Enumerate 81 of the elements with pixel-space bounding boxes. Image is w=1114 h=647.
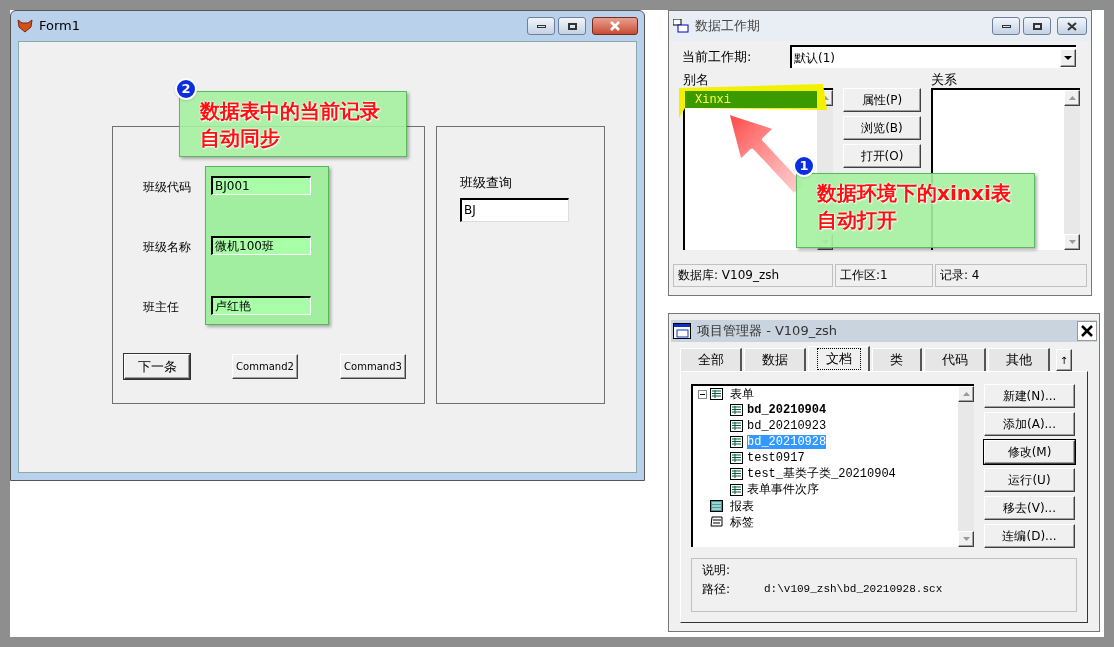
close-button[interactable]: [1057, 17, 1087, 35]
text-field[interactable]: 微机100班: [211, 236, 311, 255]
form-icon: [730, 484, 743, 496]
tree-item[interactable]: 表单事件次序: [747, 483, 819, 497]
tree-item[interactable]: bd_20210904: [747, 403, 827, 417]
minus-icon: [700, 391, 705, 397]
tree-item[interactable]: bd_20210923: [747, 419, 827, 433]
form-icon: [730, 452, 743, 464]
status-panel: 数据库: V109_zsh: [673, 264, 833, 287]
minimize-button[interactable]: [527, 17, 555, 35]
tree-item[interactable]: 报表: [730, 497, 754, 515]
path-text: d:\v109_zsh\bd_20210928.scx: [764, 582, 943, 597]
form-icon: [730, 436, 743, 448]
window-title: Form1: [39, 17, 81, 36]
tree-item[interactable]: 标签: [730, 513, 754, 531]
close-icon: [610, 21, 620, 31]
action-button[interactable]: 浏览(B): [843, 116, 921, 140]
command-button[interactable]: Command2: [232, 354, 298, 379]
close-icon: [1081, 325, 1093, 337]
tree-item[interactable]: test0917: [747, 451, 805, 465]
window-title: 数据工作期: [695, 17, 760, 36]
field-label: 班级代码: [143, 179, 191, 196]
description-label: 说明:: [702, 562, 732, 579]
close-icon: [1067, 21, 1077, 31]
file-tree[interactable]: 表单 bd_20210904 bd_20210923 bd_20210928 test0917 test_基类子类_20210904 表单事件次序 报表 标签: [691, 384, 974, 547]
scroll-up-icon: [962, 392, 970, 396]
session-dropdown[interactable]: 默认(1): [790, 45, 1076, 68]
scroll-up-icon: [1068, 96, 1076, 100]
maximize-button[interactable]: [1023, 17, 1051, 35]
path-label: 路径:: [702, 581, 732, 598]
status-panel: 工作区:1: [835, 264, 933, 287]
text-field[interactable]: 卢红艳: [211, 296, 311, 315]
session-label: 当前工作期:: [682, 47, 753, 66]
field-label: 班主任: [143, 299, 179, 316]
dropdown-icon: [1064, 55, 1072, 60]
field-label: 班级名称: [143, 239, 191, 256]
scroll-down-icon: [962, 537, 970, 541]
tab[interactable]: 数据: [744, 348, 806, 371]
scroll-down-icon: [1068, 240, 1076, 244]
form-icon: [730, 468, 743, 480]
minimize-button[interactable]: [992, 17, 1020, 35]
tab[interactable]: 文档: [808, 346, 870, 371]
callout-text: 数据表中的当前记录: [200, 98, 381, 125]
fox-icon: [17, 19, 33, 33]
action-button[interactable]: 连编(D)...: [984, 524, 1075, 548]
action-button[interactable]: 添加(A)...: [984, 412, 1075, 436]
window-icon: [673, 19, 689, 33]
text-field[interactable]: BJ001: [211, 176, 311, 195]
action-button[interactable]: 新建(N)...: [984, 384, 1075, 408]
action-button[interactable]: 移去(V)...: [984, 496, 1075, 520]
maximize-button[interactable]: [558, 17, 586, 35]
action-button[interactable]: 修改(M): [984, 440, 1075, 464]
command-button[interactable]: 下一条: [124, 354, 190, 379]
form-icon: [730, 420, 743, 432]
relations-label: 关系: [931, 71, 958, 88]
close-button[interactable]: [1077, 321, 1097, 341]
action-button[interactable]: 打开(O): [843, 144, 921, 168]
collapse-toggle[interactable]: [698, 389, 707, 399]
report-icon: [710, 500, 723, 512]
tab[interactable]: 类: [872, 348, 922, 371]
action-button[interactable]: 运行(U): [984, 468, 1075, 492]
tree-item[interactable]: test_基类子类_20210904: [747, 467, 896, 481]
query-field[interactable]: BJ: [460, 198, 569, 222]
tab[interactable]: 代码: [924, 348, 986, 371]
status-panel: 记录: 4: [935, 264, 1087, 287]
query-label: 班级查询: [460, 174, 512, 192]
collapse-button[interactable]: ↑: [1056, 349, 1072, 371]
window-icon: [673, 323, 691, 339]
form-icon: [710, 388, 723, 400]
form-icon: [730, 404, 743, 416]
window-title: 项目管理器 - V109_zsh: [697, 322, 837, 341]
alias-label: 别名: [683, 71, 710, 88]
callout-text: 自动同步: [200, 125, 281, 152]
tree-item[interactable]: 表单: [730, 385, 754, 403]
action-button[interactable]: 属性(P): [843, 88, 921, 112]
command-button[interactable]: Command3: [340, 354, 406, 379]
tab[interactable]: 全部: [680, 348, 742, 371]
tab[interactable]: 其他: [988, 348, 1050, 371]
session-value: 默认(1): [793, 49, 836, 67]
close-button[interactable]: [592, 17, 638, 35]
label-icon: [710, 516, 723, 528]
